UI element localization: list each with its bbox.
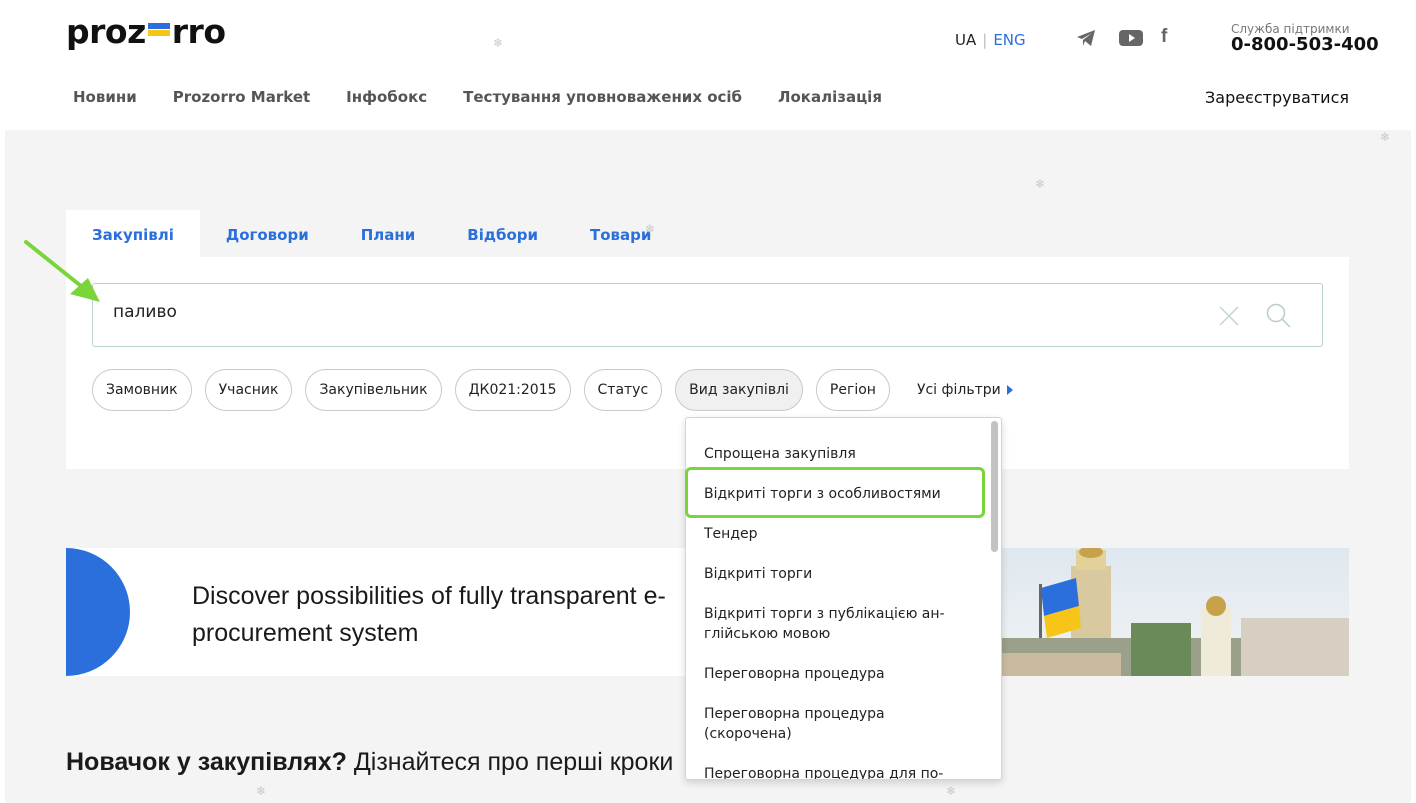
dropdown-scrollbar[interactable] (991, 421, 998, 552)
clear-icon[interactable] (1217, 304, 1241, 328)
all-filters-label: Усі фільтри (916, 382, 1001, 398)
dropdown-item[interactable]: Спрощена закупівля (686, 444, 986, 464)
snowflake-icon: ❄ (946, 784, 957, 798)
nav-testing[interactable]: Тестування уповноважених осіб (463, 88, 742, 106)
tab-goods[interactable]: Товари (564, 210, 677, 257)
filter-purchaser[interactable]: Закупівельник (305, 369, 442, 411)
ukraine-flag-icon (147, 23, 170, 36)
youtube-icon[interactable] (1119, 29, 1143, 47)
filter-status[interactable]: Статус (583, 369, 663, 411)
lang-eng[interactable]: ENG (993, 31, 1025, 49)
snowflake-icon: ❄ (1380, 130, 1391, 144)
filter-participant[interactable]: Учасник (204, 369, 293, 411)
nav-news[interactable]: Новини (73, 88, 137, 106)
nav-infobox[interactable]: Інфобокс (346, 88, 427, 106)
search-box (92, 283, 1323, 347)
dropdown-list: Спрощена закупівля Відкриті торги з особ… (686, 418, 986, 779)
newcomer-bold: Новачок у закупівлях? (66, 748, 347, 776)
tab-selections[interactable]: Відбори (441, 210, 564, 257)
register-link[interactable]: Зареєструватися (1205, 88, 1349, 107)
filter-region[interactable]: Регіон (815, 369, 890, 411)
newcomer-heading: Новачок у закупівлях? Дізнайтеся про пер… (66, 748, 673, 777)
filter-procurement-type[interactable]: Вид закупівлі (675, 369, 803, 411)
dropdown-item[interactable]: Відкриті торги з публікацією ан- глійськ… (686, 604, 986, 644)
caret-right-icon (1006, 385, 1013, 395)
newcomer-rest: Дізнайтеся про перші кроки (346, 748, 674, 776)
banner-text: Discover possibilities of fully transpar… (192, 582, 666, 647)
language-switcher: UA | ENG (955, 31, 1026, 49)
tab-contracts[interactable]: Договори (200, 210, 335, 257)
nav-prozorro-market[interactable]: Prozorro Market (173, 88, 310, 106)
dropdown-item-selected[interactable]: Відкриті торги з особливостями (686, 484, 986, 504)
search-icon[interactable] (1265, 302, 1293, 330)
telegram-icon[interactable] (1076, 29, 1096, 47)
search-input[interactable] (113, 302, 1193, 322)
procurement-type-dropdown: Спрощена закупівля Відкриті торги з особ… (685, 417, 1002, 780)
dropdown-item[interactable]: Відкриті торги (686, 564, 986, 584)
support-phone[interactable]: 0-800-503-400 (1231, 34, 1379, 55)
dropdown-item[interactable]: Переговорна процедура (скорочена) (686, 704, 986, 744)
snowflake-icon: ❄ (645, 222, 656, 236)
dropdown-item[interactable]: Переговорна процедура для по- (686, 764, 986, 779)
dropdown-item[interactable]: Тендер (686, 524, 986, 544)
facebook-icon[interactable]: f (1161, 26, 1167, 48)
annotation-arrow-icon (24, 240, 100, 302)
prozorro-logo[interactable]: proz rro (66, 12, 226, 51)
search-tabs: Закупівлі Договори Плани Відбори Товари (66, 210, 677, 257)
logo-text-left: proz (66, 12, 146, 51)
snowflake-icon: ❄ (1035, 177, 1046, 191)
kyiv-flag-photo (1001, 548, 1349, 676)
snowflake-icon: ❄ (256, 784, 267, 798)
filter-cpv[interactable]: ДК021:2015 (454, 369, 571, 411)
logo-text-right: rro (171, 12, 226, 51)
snowflake-icon: ❄ (493, 36, 504, 50)
tab-plans[interactable]: Плани (335, 210, 442, 257)
main-nav: Новини Prozorro Market Інфобокс Тестуван… (73, 88, 882, 106)
dropdown-item[interactable]: Переговорна процедура (686, 664, 986, 684)
banner-circle-decoration (66, 548, 130, 676)
all-filters-link[interactable]: Усі фільтри (917, 382, 1013, 398)
filter-chips: Замовник Учасник Закупівельник ДК021:201… (92, 369, 1013, 411)
support-contact: Служба підтримки 0-800-503-400 (1231, 22, 1379, 55)
filter-customer[interactable]: Замовник (92, 369, 192, 411)
nav-localization[interactable]: Локалізація (778, 88, 882, 106)
lang-separator: | (982, 31, 988, 49)
lang-ua[interactable]: UA (955, 31, 976, 49)
